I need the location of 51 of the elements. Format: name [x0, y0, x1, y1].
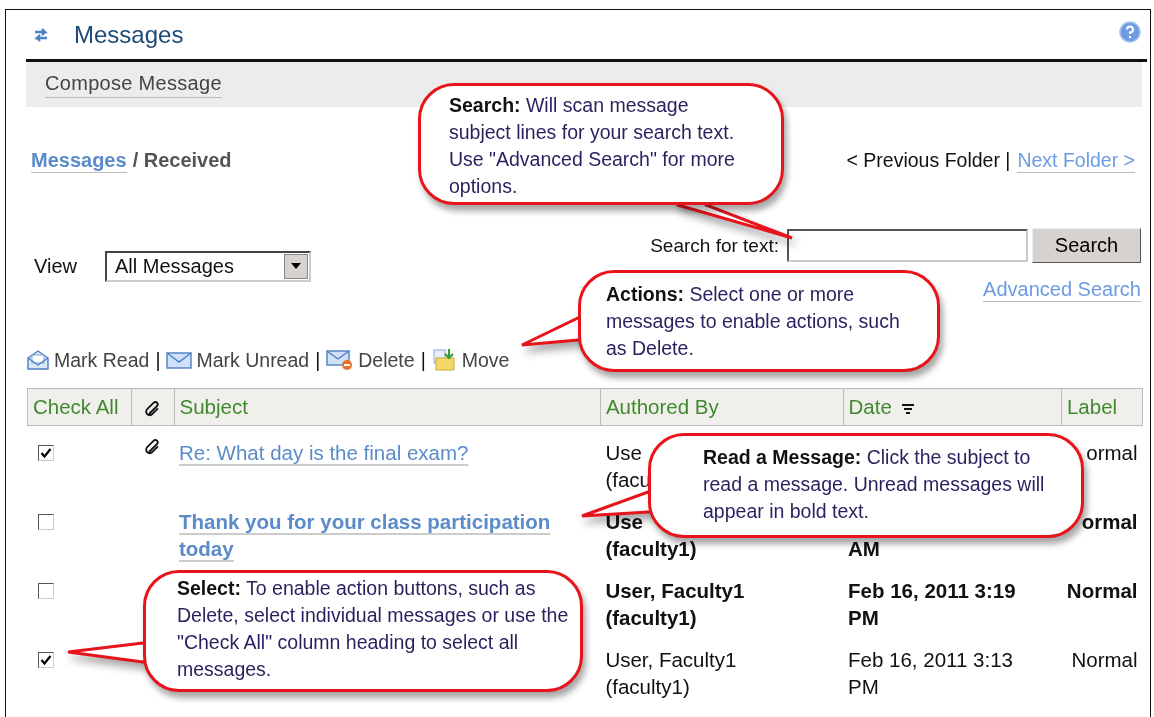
column-header[interactable] [131, 388, 174, 426]
label-text: ormal [1081, 510, 1138, 533]
view-dropdown[interactable]: All Messages [105, 250, 311, 282]
breadcrumb-link[interactable]: Messages [31, 149, 127, 173]
date-text: Feb 16, 2011 3:19 PM [848, 579, 1016, 629]
search-button[interactable]: Search [1032, 228, 1141, 263]
action-link[interactable]: Mark Read [26, 348, 150, 372]
search-label: Search for text: [650, 234, 779, 257]
action-link[interactable]: Delete [326, 348, 415, 372]
column-header: Subject [174, 388, 601, 426]
row-checkbox[interactable] [37, 583, 54, 600]
row-checkbox[interactable] [37, 445, 54, 462]
view-label: View [34, 254, 77, 278]
row-checkbox[interactable] [37, 514, 54, 531]
row-checkbox[interactable] [37, 652, 54, 669]
breadcrumb-current: / Received [132, 149, 232, 173]
label-text: Normal [1071, 648, 1138, 671]
help-icon[interactable] [1119, 20, 1141, 43]
callout-text: Select: To enable action buttons, such as Delete, select individual messages or use the "Check All" column heading to select all messages. [177, 576, 570, 682]
label-text: ormal [1086, 441, 1138, 464]
column-header[interactable]: Check All [27, 388, 132, 426]
previous-folder-text: < Previous Folder | [846, 149, 1011, 173]
folder-arrow-icon [431, 348, 458, 372]
message-subject-link[interactable]: Thank you for your class participation today [179, 508, 571, 562]
column-header: Authored By [600, 388, 844, 426]
action-link[interactable]: Move [431, 348, 510, 372]
page-title: Messages [74, 20, 185, 49]
separator-text: | [155, 348, 161, 372]
action-link[interactable]: Mark Unread [166, 348, 310, 372]
envelope-delete-icon [326, 349, 355, 371]
callout-text: Read a Message: Click the subject to read a message. Unread messages will appear in bold text. [703, 445, 1046, 524]
column-header[interactable]: Date [843, 388, 1062, 426]
label-text: Normal [1066, 579, 1138, 602]
message-subject-link[interactable]: Re: What day is the final exam? [179, 439, 469, 466]
author-text: User, Faculty1 (faculty1) [605, 648, 737, 698]
refresh-icon[interactable] [32, 25, 50, 44]
callout-text: Search: Will scan message subject lines for your search text. Use "Advanced Search" for more options. [449, 93, 736, 199]
separator-text: | [315, 348, 321, 372]
column-header: Label [1061, 388, 1143, 426]
compose-message-link[interactable]: Compose Message [45, 71, 222, 98]
search-field[interactable] [787, 229, 1028, 262]
author-text: Use (faculty1) [605, 510, 697, 560]
paperclip-icon [144, 400, 161, 417]
open-envelope-icon [26, 349, 50, 371]
author-text: User, Faculty1 (faculty1) [605, 579, 745, 629]
date-text: AM [848, 537, 880, 560]
separator-text: | [420, 348, 426, 372]
sort-icon[interactable] [901, 403, 914, 414]
envelope-icon [166, 351, 193, 369]
callout-text: Actions: Select one or more messages to enable actions, such as Delete. [606, 282, 901, 361]
date-text: Feb 16, 2011 3:13 PM [848, 648, 1013, 698]
